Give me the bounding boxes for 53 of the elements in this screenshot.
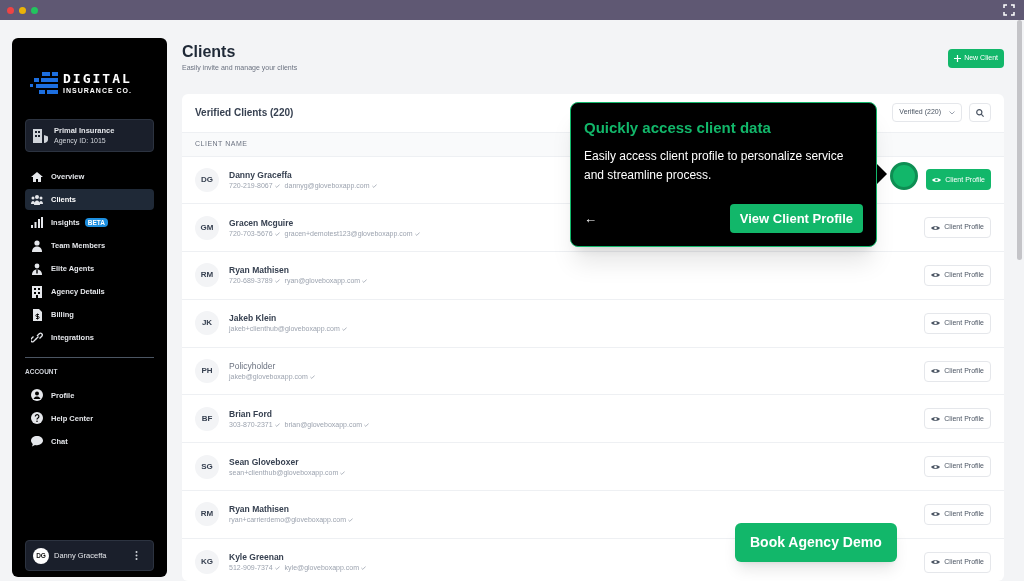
client-avatar: PH (195, 359, 219, 384)
link-icon (31, 331, 43, 344)
building-icon (33, 128, 48, 143)
client-avatar: SG (195, 454, 219, 479)
page-title: Clients (182, 42, 237, 62)
tooltip-text: Easily access client profile to personalize service and streamline process. (584, 148, 845, 184)
chevron-down-icon (949, 110, 955, 115)
search-icon (976, 108, 984, 117)
eye-icon (931, 368, 941, 375)
users-icon (31, 193, 43, 206)
eye-icon (931, 511, 941, 518)
eye-icon (931, 320, 941, 327)
client-name: Jakeb Klein (229, 312, 278, 325)
tooltip-title: Quickly access client data (584, 119, 772, 137)
plus-icon (954, 55, 962, 62)
home-icon (31, 170, 43, 183)
help-icon (31, 412, 43, 425)
client-name: Danny Graceffa (229, 168, 293, 181)
client-name: Brian Ford (229, 407, 273, 420)
eye-icon (931, 224, 941, 231)
client-avatar: DG (195, 167, 219, 192)
search-button[interactable] (969, 103, 991, 122)
logo-name: DIGITAL (63, 71, 132, 86)
dollar-document-icon (31, 308, 43, 321)
client-name: Policyholder (229, 360, 277, 373)
person-tie-icon (31, 262, 43, 275)
person-icon (31, 239, 43, 252)
bar-chart-icon (31, 216, 43, 229)
logo-icon (30, 70, 60, 96)
chat-bubble-icon (31, 435, 43, 448)
client-name: Ryan Mathisen (229, 503, 290, 516)
building-icon (31, 285, 43, 298)
scrollbar[interactable] (1017, 20, 1022, 260)
client-avatar: KG (195, 550, 219, 575)
eye-icon (931, 415, 941, 422)
client-name: Kyle Greenan (229, 551, 285, 564)
eye-icon (931, 559, 941, 566)
client-avatar: GM (195, 215, 219, 240)
client-avatar: JK (195, 311, 219, 336)
client-avatar: RM (195, 263, 219, 288)
more-icon[interactable] (135, 551, 138, 560)
eye-icon (931, 463, 941, 470)
eye-icon (932, 176, 942, 183)
client-name: Ryan Mathisen (229, 264, 290, 277)
user-circle-icon (31, 389, 43, 402)
fullscreen-icon[interactable] (1003, 4, 1015, 16)
eye-icon (931, 272, 941, 279)
card-title: Verified Clients (220) (195, 106, 294, 120)
client-name: Gracen Mcguire (229, 216, 295, 229)
client-avatar: BF (195, 406, 219, 431)
client-avatar: RM (195, 502, 219, 527)
back-arrow-button[interactable]: ← (584, 208, 597, 229)
client-name: Sean Gloveboxer (229, 455, 300, 468)
